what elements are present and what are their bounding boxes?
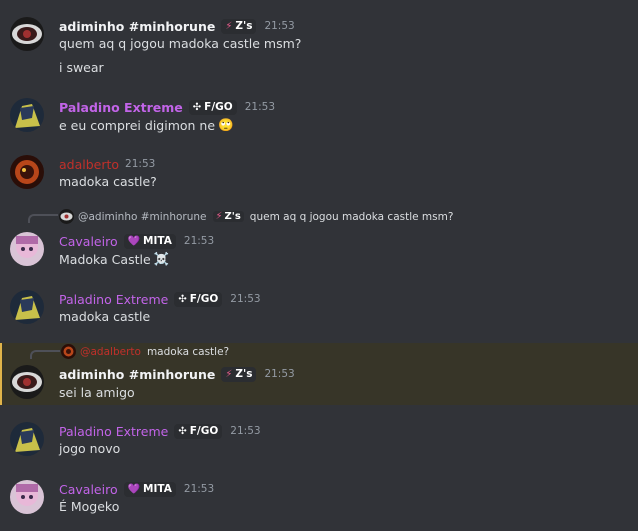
timestamp: 21:53 bbox=[264, 368, 295, 380]
avatar-adiminho[interactable] bbox=[10, 17, 44, 51]
timestamp: 21:53 bbox=[230, 425, 261, 437]
message-text: sei la amigo bbox=[59, 385, 135, 400]
server-tag-label: F/GO bbox=[204, 101, 233, 113]
reply-preview[interactable]: @adiminho #minhorune ⚡ Z's quem aq q jogo… bbox=[59, 209, 453, 224]
purple-heart-icon: 💜 bbox=[127, 483, 141, 495]
reply-avatar bbox=[59, 209, 74, 224]
server-tag[interactable]: ✣ F/GO bbox=[174, 291, 223, 307]
message-item: Paladino Extreme ✣ F/GO 21:53 e eu compre… bbox=[0, 90, 638, 145]
username-paladino[interactable]: Paladino Extreme bbox=[59, 424, 168, 439]
reply-text: madoka castle? bbox=[146, 345, 230, 358]
message-text-content: Madoka Castle bbox=[59, 251, 151, 267]
message-item: adiminho #minhorune ⚡ Z's 21:53 quem aq q… bbox=[0, 0, 638, 90]
avatar-adiminho[interactable] bbox=[10, 365, 44, 399]
avatar-paladino[interactable] bbox=[10, 422, 44, 456]
username-cavaleiro[interactable]: Cavaleiro bbox=[59, 482, 118, 497]
message-item: Paladino Extreme ✣ F/GO 21:53 madoka cast… bbox=[0, 280, 638, 340]
lightning-icon: ⚡ bbox=[215, 211, 223, 222]
timestamp: 21:53 bbox=[183, 483, 215, 495]
timestamp: 21:53 bbox=[244, 101, 275, 113]
message-item: @adiminho #minhorune ⚡ Z's quem aq q jogo… bbox=[0, 205, 638, 280]
username-adalberto[interactable]: adalberto bbox=[59, 157, 119, 172]
reply-spine bbox=[28, 214, 58, 223]
message-text: e eu comprei digimon ne 🙄 bbox=[59, 117, 234, 133]
message-item-highlighted: @adalberto madoka castle? adiminho #minh… bbox=[0, 343, 638, 405]
avatar-cavaleiro[interactable] bbox=[10, 480, 44, 514]
server-tag[interactable]: ✣ F/GO bbox=[188, 99, 237, 115]
clan-icon: ✣ bbox=[178, 425, 187, 437]
eye-roll-emoji-icon: 🙄 bbox=[218, 117, 234, 132]
server-tag-label: Z's bbox=[235, 368, 253, 380]
lightning-icon: ⚡ bbox=[225, 368, 233, 380]
clan-icon: ✣ bbox=[178, 293, 187, 305]
reply-preview[interactable]: @adalberto madoka castle? bbox=[61, 344, 229, 359]
reply-server-tag: ⚡ Z's bbox=[212, 211, 244, 222]
server-tag-label: MITA bbox=[143, 483, 172, 495]
message-text: madoka castle bbox=[59, 309, 151, 324]
skull-crossbones-emoji-icon: ☠️ bbox=[153, 251, 170, 266]
server-tag-label: F/GO bbox=[189, 293, 219, 305]
server-tag-label: Z's bbox=[235, 20, 253, 32]
reply-username: @adiminho #minhorune bbox=[78, 210, 207, 223]
message-text: É Mogeko bbox=[59, 499, 120, 514]
server-tag[interactable]: ⚡ Z's bbox=[221, 18, 257, 34]
timestamp: 21:53 bbox=[264, 20, 295, 32]
username-adiminho[interactable]: adiminho #minhorune bbox=[59, 367, 215, 382]
reply-avatar bbox=[61, 344, 76, 359]
server-tag[interactable]: 💜 MITA bbox=[123, 481, 176, 497]
clan-icon: ✣ bbox=[192, 101, 202, 113]
message-text: Madoka Castle ☠️ bbox=[59, 251, 169, 267]
message-text: madoka castle? bbox=[59, 174, 157, 189]
message-text-content: e eu comprei digimon ne bbox=[59, 117, 216, 133]
message-item: Cavaleiro 💜 MITA 21:53 É Mogeko bbox=[0, 470, 638, 531]
avatar-adalberto[interactable] bbox=[10, 155, 44, 189]
username-paladino[interactable]: Paladino Extreme bbox=[59, 100, 183, 115]
reply-text: quem aq q jogou madoka castle msm? bbox=[249, 210, 454, 223]
server-tag[interactable]: 💜 MITA bbox=[123, 233, 176, 249]
reply-username: @adalberto bbox=[80, 345, 141, 358]
username-cavaleiro[interactable]: Cavaleiro bbox=[59, 234, 118, 249]
username-adiminho[interactable]: adiminho #minhorune bbox=[59, 19, 215, 34]
message-text: jogo novo bbox=[59, 441, 121, 456]
reply-spine bbox=[30, 350, 60, 359]
message-text: quem aq q jogou madoka castle msm? bbox=[59, 36, 302, 51]
timestamp: 21:53 bbox=[125, 158, 156, 170]
avatar-paladino[interactable] bbox=[10, 98, 44, 132]
message-item: Paladino Extreme ✣ F/GO 21:53 jogo novo bbox=[0, 412, 638, 467]
server-tag[interactable]: ✣ F/GO bbox=[174, 423, 223, 439]
server-tag-label: F/GO bbox=[189, 425, 219, 437]
message-item: adalberto 21:53 madoka castle? bbox=[0, 145, 638, 205]
username-paladino[interactable]: Paladino Extreme bbox=[59, 292, 168, 307]
avatar-paladino[interactable] bbox=[10, 290, 44, 324]
server-tag[interactable]: ⚡ Z's bbox=[221, 366, 257, 382]
chat-message-list: adiminho #minhorune ⚡ Z's 21:53 quem aq q… bbox=[0, 0, 638, 531]
server-tag-label: MITA bbox=[143, 235, 172, 247]
purple-heart-icon: 💜 bbox=[127, 235, 141, 247]
avatar-cavaleiro[interactable] bbox=[10, 232, 44, 266]
timestamp: 21:53 bbox=[230, 293, 261, 305]
message-text: i swear bbox=[59, 60, 104, 75]
lightning-icon: ⚡ bbox=[225, 20, 233, 32]
reply-server-tag-label: Z's bbox=[224, 211, 241, 222]
timestamp: 21:53 bbox=[183, 235, 215, 247]
